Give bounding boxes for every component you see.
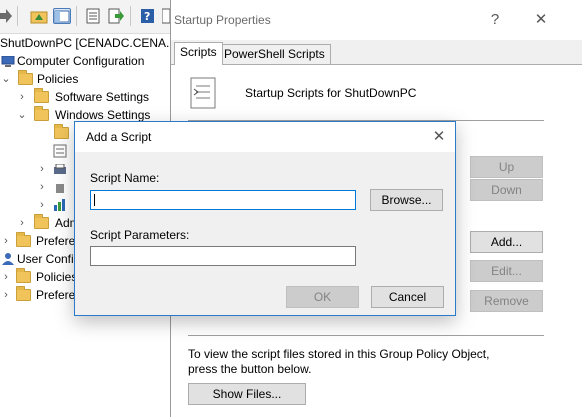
show-files-button[interactable]: Show Files... [188, 383, 306, 405]
folder-icon [34, 214, 49, 229]
text-caret [94, 194, 95, 206]
chevron-right-icon[interactable]: › [17, 214, 27, 232]
scripts-header-text: Startup Scripts for ShutDownPC [245, 86, 417, 100]
chevron-down-icon[interactable]: ⌄ [17, 106, 27, 124]
tree-item-computer-configuration[interactable]: Computer Configuration [0, 52, 170, 70]
up-button[interactable]: Up [470, 156, 543, 178]
script-name-label: Script Name: [90, 171, 160, 185]
folder-icon [34, 106, 49, 121]
chevron-down-icon[interactable]: ⌄ [1, 70, 11, 88]
script-parameters-label: Script Parameters: [90, 228, 190, 242]
script-file-icon [189, 77, 217, 112]
tree-item-policies[interactable]: ⌄ Policies [0, 70, 170, 88]
add-script-dialog: Add a Script ✕ Script Name: Browse... Sc… [74, 121, 456, 316]
edit-button[interactable]: Edit... [470, 260, 543, 282]
toolbar-separator [76, 6, 77, 26]
folder-icon [16, 286, 31, 301]
chevron-right-icon[interactable]: › [1, 232, 11, 250]
chevron-right-icon[interactable]: › [1, 268, 11, 286]
cancel-button[interactable]: Cancel [371, 286, 444, 308]
folder-icon [18, 70, 33, 85]
folder-icon [34, 88, 49, 103]
dialog-title: Add a Script [86, 130, 152, 144]
footer-description: To view the script files stored in this … [188, 347, 490, 376]
browse-button[interactable]: Browse... [370, 189, 443, 211]
export-list-icon[interactable] [107, 8, 125, 24]
close-icon[interactable]: ✕ [427, 126, 451, 148]
help-button[interactable]: ? [483, 9, 507, 31]
script-name-input[interactable] [90, 190, 356, 210]
chevron-right-icon[interactable]: › [1, 286, 11, 304]
folder-icon [16, 268, 31, 283]
chevron-right-icon[interactable]: › [37, 196, 47, 214]
svg-text:?: ? [144, 10, 150, 23]
properties-icon[interactable] [84, 8, 102, 24]
chevron-right-icon[interactable]: › [37, 178, 47, 196]
toolbar-separator [17, 6, 18, 26]
add-button[interactable]: Add... [470, 231, 543, 253]
properties-title-bar: Startup Properties ? ✕ [171, 0, 582, 40]
forward-arrow-icon[interactable] [0, 8, 12, 24]
chevron-right-icon[interactable]: › [37, 160, 47, 178]
tree-item-gpo-root[interactable]: ShutDownPC [CENADC.CENA.L [0, 34, 176, 52]
chevron-right-icon[interactable]: › [17, 88, 27, 106]
divider [188, 335, 544, 336]
window-title: Startup Properties [174, 13, 271, 27]
dialog-title-bar: Add a Script ✕ [75, 122, 455, 152]
tab-scripts[interactable]: Scripts [174, 42, 223, 65]
show-hide-tree-icon[interactable] [53, 8, 71, 24]
folder-icon [16, 232, 31, 247]
help-icon[interactable]: ? [139, 8, 157, 24]
ok-button[interactable]: OK [286, 286, 359, 308]
folder-icon [54, 124, 69, 139]
down-button[interactable]: Down [470, 179, 543, 201]
tree-item-software-settings[interactable]: › Software Settings [0, 88, 170, 106]
remove-button[interactable]: Remove [470, 290, 543, 312]
close-icon[interactable]: ✕ [529, 9, 553, 31]
console-icon[interactable] [161, 8, 171, 24]
script-parameters-input[interactable] [90, 246, 356, 266]
tab-powershell-scripts[interactable]: PowerShell Scripts [218, 44, 331, 64]
up-folder-icon[interactable] [30, 8, 48, 24]
toolbar-separator [130, 6, 131, 26]
mmc-toolbar: ? [0, 0, 171, 34]
